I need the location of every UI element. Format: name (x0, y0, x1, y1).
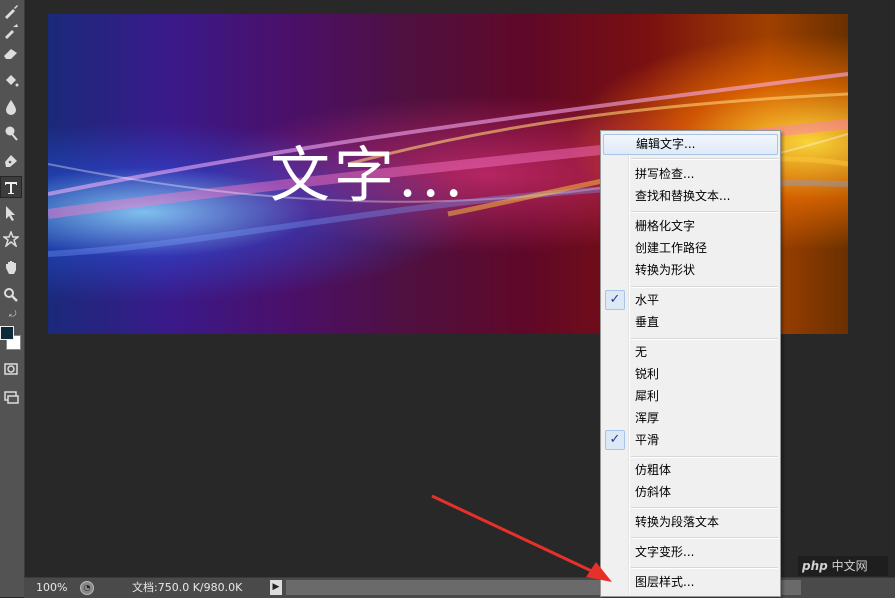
menu-item-antialias-crisp[interactable]: 犀利 (603, 386, 778, 407)
menu-item-convert-to-shape[interactable]: 转换为形状 (603, 260, 778, 281)
path-select-icon[interactable] (0, 202, 22, 224)
menu-item-antialias-strong[interactable]: 浑厚 (603, 408, 778, 429)
status-menu-arrow-icon[interactable]: ▶ (270, 580, 282, 595)
menu-item-antialias-sharp[interactable]: 锐利 (603, 364, 778, 385)
document-info: 文档:750.0 K/980.0K (132, 581, 243, 594)
dodge-icon[interactable] (0, 122, 22, 144)
site-watermark: php 中文网 (798, 556, 888, 576)
menu-item-horizontal[interactable]: 水平 (603, 290, 778, 311)
menu-item-rasterize-type[interactable]: 栅格化文字 (603, 216, 778, 237)
shape-icon[interactable] (0, 228, 22, 250)
canvas-text-layer[interactable]: 文字... (270, 142, 467, 210)
menu-item-faux-bold[interactable]: 仿粗体 (603, 460, 778, 481)
menu-separator (631, 456, 778, 458)
type-layer-context-menu: 编辑文字... 拼写检查... 查找和替换文本... 栅格化文字 创建工作路径 … (600, 130, 781, 597)
watermark-site: 中文网 (831, 559, 868, 573)
quick-mask-icon[interactable] (0, 358, 22, 380)
zoom-level[interactable]: 100% (36, 578, 67, 597)
menu-separator (631, 537, 778, 539)
foreground-color-swatch[interactable] (0, 326, 14, 340)
annotation-arrow-shaft (431, 494, 599, 576)
menu-separator (631, 338, 778, 340)
menu-item-antialias-none[interactable]: 无 (603, 342, 778, 363)
hand-icon[interactable] (0, 256, 22, 278)
menu-item-layer-style[interactable]: 图层样式... (603, 572, 778, 593)
menu-separator (631, 158, 778, 160)
zoom-icon[interactable] (0, 284, 22, 306)
menu-separator (631, 286, 778, 288)
paint-bucket-icon[interactable] (0, 70, 22, 92)
type-icon[interactable] (0, 176, 22, 198)
menu-item-find-replace[interactable]: 查找和替换文本... (603, 186, 778, 207)
watermark-brand: php (802, 559, 828, 573)
menu-item-faux-italic[interactable]: 仿斜体 (603, 482, 778, 503)
menu-item-vertical[interactable]: 垂直 (603, 312, 778, 333)
swap-colors-icon[interactable]: ⤾ (9, 310, 17, 320)
menu-item-warp-text[interactable]: 文字变形... (603, 542, 778, 563)
blur-icon[interactable] (0, 96, 22, 118)
pen-icon[interactable] (0, 150, 22, 172)
menu-item-antialias-smooth[interactable]: 平滑 (603, 430, 778, 451)
tools-panel: ⤾ (0, 0, 25, 597)
menu-item-edit-text[interactable]: 编辑文字... (603, 134, 778, 155)
menu-item-spell-check[interactable]: 拼写检查... (603, 164, 778, 185)
proof-setup-icon[interactable]: ◔ (80, 581, 94, 595)
menu-item-create-work-path[interactable]: 创建工作路径 (603, 238, 778, 259)
menu-separator (631, 567, 778, 569)
history-brush-icon[interactable] (0, 20, 22, 42)
menu-separator (631, 507, 778, 509)
menu-item-convert-to-paragraph[interactable]: 转换为段落文本 (603, 512, 778, 533)
screen-mode-icon[interactable] (0, 386, 22, 408)
brush-icon[interactable] (0, 0, 22, 22)
eraser-icon[interactable] (0, 42, 22, 64)
menu-separator (631, 211, 778, 213)
